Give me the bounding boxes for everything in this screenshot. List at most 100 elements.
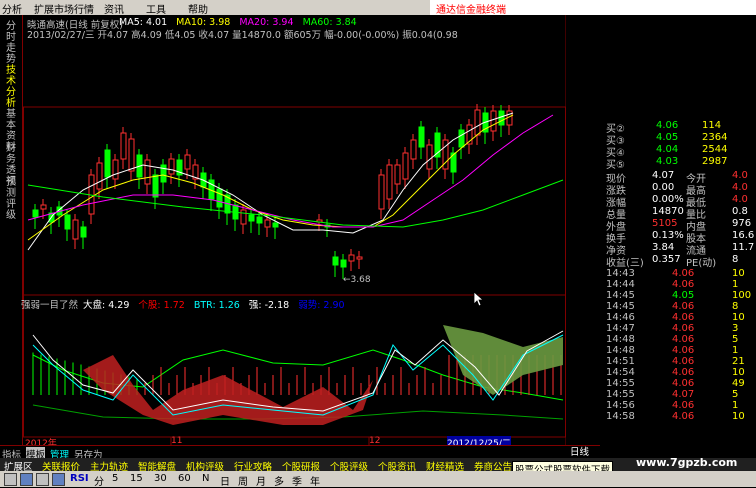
candle-body [418,126,425,148]
bid-price: 4.06 [656,120,679,131]
candle-body [410,139,417,160]
menu-analysis[interactable]: 分析 [2,1,22,16]
candle-body [112,159,119,180]
candle-body [120,132,127,160]
candle-body [348,254,355,262]
tick-volume: 1 [732,345,739,356]
indicator-market: 大盘: 4.29 [83,300,130,311]
period-button[interactable]: 季 [292,473,302,488]
tick-price: 4.06 [672,323,695,334]
candle-body [386,164,393,200]
menu-help[interactable]: 帮助 [188,1,208,16]
candle-body [80,226,87,238]
bid-volume: 2987 [702,156,728,167]
tick-time: 14:58 [606,411,635,422]
period-button[interactable]: 年 [310,473,320,488]
left-tab-strip: 分时走势 技术分析 基本资料 财务透视 预测评级 [0,15,23,445]
candle-body [458,129,465,148]
indicator-strong: 强: -2.18 [248,300,290,311]
period-button[interactable]: 分 [94,473,104,488]
indicator-btr: BTR: 1.26 [193,300,240,311]
tick-price: 4.06 [672,411,695,422]
period-button[interactable]: 多 [274,473,284,488]
candle-body [152,174,159,198]
tab-daily[interactable]: 日线 [570,444,589,458]
tick-time: 14:45 [606,290,635,301]
tick-price: 4.05 [672,290,695,301]
tick-volume: 21 [732,356,745,367]
tab-technical[interactable]: 技术分析 [6,65,18,109]
stat-value: 4.0 [732,170,748,181]
tick-volume: 100 [732,290,752,301]
period-button[interactable]: 15 [130,473,143,484]
stat-value: 5105 [652,218,678,229]
tick-volume: 10 [732,312,745,323]
stat-value: 0.8 [732,206,748,217]
tick-time: 14:56 [606,400,635,411]
tick-time: 14:46 [606,312,635,323]
indicator-stock: 个股: 1.72 [138,300,185,311]
candle-body [426,144,433,170]
bid-price: 4.03 [656,156,679,167]
candle-body [40,204,47,210]
panel-tab-row: 指标 模板 管理 另存为 日线 [0,444,600,461]
tab-intraday[interactable]: 分时走势 [6,21,18,65]
stat-value: 0.00% [652,194,684,205]
bid-price: 4.04 [656,144,679,155]
period-button[interactable]: 30 [154,473,167,484]
stat-value: 4.0 [732,194,748,205]
tick-volume: 10 [732,411,745,422]
period-button[interactable]: 日 [220,473,230,488]
period-button[interactable]: N [202,473,209,484]
period-button[interactable]: 月 [256,473,266,488]
menu-news[interactable]: 资讯 [104,1,124,16]
period-button[interactable]: 周 [238,473,248,488]
tick-price: 4.06 [672,367,695,378]
candle-body [216,188,223,208]
period-button[interactable]: 60 [178,473,191,484]
tick-price: 4.06 [672,268,695,279]
tick-price: 4.06 [672,312,695,323]
candle-body [96,162,103,190]
menu-extended-market[interactable]: 扩展市场行情 [34,1,94,16]
indicator-title: 强弱一目了然 [21,300,79,311]
bid-label: 买⑤ [606,160,625,171]
candle-body [394,164,401,185]
tick-price: 4.06 [672,400,695,411]
tick-volume: 10 [732,367,745,378]
zoom-out-icon[interactable] [20,473,33,486]
tick-price: 4.06 [672,279,695,290]
fullscreen-icon[interactable] [52,473,65,486]
stat-value: 4.0 [732,182,748,193]
candle-body [72,219,79,240]
candle-body [168,158,175,175]
candle-body [332,256,339,266]
candle-body [490,110,497,132]
kline-chart[interactable]: 3.943.933.923.913.903.893.883.873.863.85… [21,15,566,449]
stat-label: PE(动) [686,258,717,269]
tick-time: 14:43 [606,268,635,279]
tick-price: 4.06 [672,301,695,312]
indicator-weak: 弱势: 2.90 [298,300,345,311]
candle-body [32,209,39,218]
candle-body [340,259,347,268]
mouse-cursor-icon [473,291,485,307]
zoom-in-icon[interactable] [4,473,17,486]
menu-tools[interactable]: 工具 [146,1,166,16]
move-icon[interactable] [36,473,49,486]
tick-volume: 3 [732,323,739,334]
tick-volume: 5 [732,334,739,345]
brand-title: 通达信金融终端 [436,5,506,16]
period-button[interactable]: 5 [112,473,118,484]
stat-value: 8 [732,254,739,265]
candle-body [402,152,409,180]
period-button[interactable]: RSI [70,473,89,484]
tick-price: 4.06 [672,378,695,389]
candlestick-series [32,104,513,279]
watermark: www.7gpzb.com [636,456,738,469]
brand-bar: 通达信金融终端 [430,0,756,16]
candle-body [240,209,247,225]
candle-body [356,256,363,260]
tick-time: 14:45 [606,301,635,312]
tab-forecast[interactable]: 预测评级 [6,177,18,221]
